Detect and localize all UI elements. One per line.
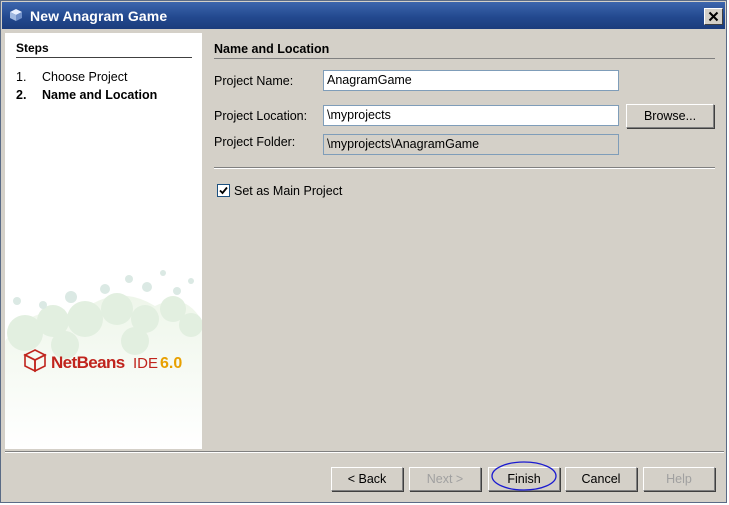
project-location-label: Project Location: [214, 109, 308, 123]
help-button[interactable]: Help [643, 467, 715, 491]
step-label: Choose Project [42, 70, 128, 84]
project-folder-label: Project Folder: [214, 135, 296, 149]
netbeans-logo: NetBeans IDE 6.0 [23, 349, 182, 373]
divider [214, 167, 715, 169]
back-button[interactable]: < Back [331, 467, 403, 491]
new-project-dialog: New Anagram Game Steps 1. Choose Project … [0, 0, 727, 503]
svg-text:6.0: 6.0 [160, 355, 182, 372]
step-choose-project: 1. Choose Project [16, 70, 127, 84]
close-button[interactable] [704, 8, 723, 25]
highlight-ellipse [491, 461, 557, 491]
window-title: New Anagram Game [30, 8, 168, 24]
project-name-field[interactable]: AnagramGame [323, 70, 619, 91]
step-number: 1. [16, 70, 27, 84]
main-project-checkbox[interactable] [217, 184, 230, 197]
project-folder-field: \myprojects\AnagramGame [323, 134, 619, 155]
button-bar-divider [5, 451, 724, 453]
steps-panel: Steps 1. Choose Project 2. Name and Locati… [5, 33, 202, 449]
steps-heading: Steps [16, 41, 49, 55]
steps-divider [16, 57, 192, 58]
title-bar[interactable]: New Anagram Game [2, 2, 725, 29]
svg-text:IDE: IDE [133, 355, 158, 372]
panel-heading: Name and Location [214, 42, 330, 56]
main-project-checkbox-label[interactable]: Set as Main Project [234, 184, 342, 198]
project-location-field[interactable]: \myprojects [323, 105, 619, 126]
browse-button[interactable]: Browse... [626, 104, 714, 128]
netbeans-cube-icon [9, 8, 23, 22]
project-name-label: Project Name: [214, 74, 294, 88]
checkmark-icon [219, 186, 228, 195]
step-label: Name and Location [42, 88, 158, 102]
panel-heading-divider [214, 58, 715, 59]
step-number: 2. [16, 88, 27, 102]
cancel-button[interactable]: Cancel [565, 467, 637, 491]
next-button[interactable]: Next > [409, 467, 481, 491]
svg-text:NetBeans: NetBeans [51, 353, 125, 372]
close-icon [708, 11, 719, 22]
step-name-and-location: 2. Name and Location [16, 88, 157, 102]
